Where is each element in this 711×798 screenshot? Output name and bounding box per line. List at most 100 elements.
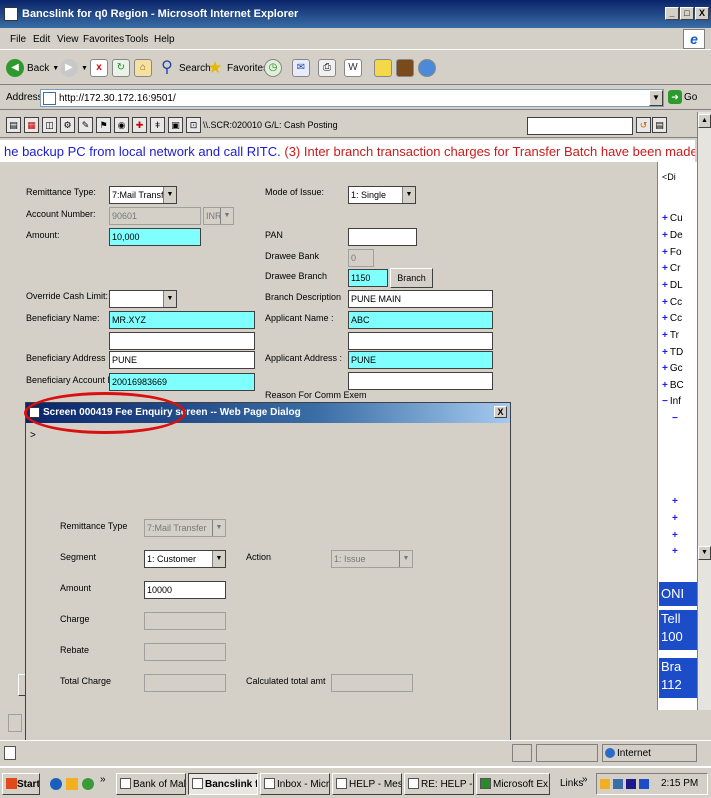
tray-icon[interactable] [626, 779, 636, 789]
discuss-icon[interactable] [374, 59, 392, 77]
menu-tools[interactable]: Tools [125, 34, 148, 45]
panel-item-de[interactable]: + De [662, 230, 683, 241]
tray-icon[interactable] [639, 779, 649, 789]
research-icon[interactable] [396, 59, 414, 77]
amount-field[interactable]: 10,000 [109, 228, 201, 246]
window-title-bar[interactable]: Bancslink for q0 Region - Microsoft Inte… [0, 0, 711, 28]
panel-item-fo[interactable]: + Fo [662, 247, 682, 258]
app-tool-icon[interactable]: ✎ [78, 117, 93, 133]
app-tool-icon[interactable]: ◉ [114, 117, 129, 133]
back-button[interactable]: ◀ Back ▼ [6, 57, 59, 79]
panel-subitem[interactable]: + [672, 546, 680, 557]
app-tool-icon[interactable]: ⚙ [60, 117, 75, 133]
menu-favorites[interactable]: Favorites [83, 34, 124, 45]
task-help-message[interactable]: HELP - Mess... [332, 773, 402, 795]
panel-subitem[interactable]: + [672, 513, 680, 524]
messenger-icon[interactable] [418, 59, 436, 77]
home-icon[interactable]: ⌂ [134, 59, 152, 77]
override-cash-limit-select[interactable]: ▼ [109, 290, 177, 308]
drawee-branch-field[interactable]: 1150 [348, 269, 388, 287]
beneficiary-account-field[interactable]: 20016983669 [109, 373, 255, 391]
panel-item-dl[interactable]: + DL [662, 280, 683, 291]
dialog-amount-field[interactable]: 10000 [144, 581, 226, 599]
task-re-help[interactable]: RE: HELP - ... [404, 773, 474, 795]
beneficiary-address-field[interactable]: PUNE [109, 351, 255, 369]
clock[interactable]: 2:15 PM [661, 778, 698, 789]
app-tool-icon[interactable]: ▤ [6, 117, 21, 133]
more-chevron-icon[interactable]: » [100, 774, 106, 785]
panel-item-cc1[interactable]: + Cc [662, 297, 682, 308]
refresh-icon[interactable]: ↻ [112, 59, 130, 77]
task-inbox[interactable]: Inbox - Micr... [260, 773, 330, 795]
minimize-button[interactable]: _ [665, 7, 679, 20]
app-tool-icon[interactable]: ǂ [150, 117, 165, 133]
panel-item-gc[interactable]: + Gc [662, 363, 683, 374]
panel-item-cr[interactable]: + Cr [662, 263, 680, 274]
tray-icon[interactable] [600, 779, 610, 789]
refresh-icon[interactable]: ↺ [636, 117, 651, 133]
close-button[interactable]: X [695, 7, 709, 20]
panel-item-cc2[interactable]: + Cc [662, 313, 682, 324]
notes-icon[interactable]: ▤ [652, 117, 667, 133]
app-tool-icon[interactable]: ⚑ [96, 117, 111, 133]
go-button[interactable]: ➜ Go [668, 90, 697, 104]
panel-subitem[interactable]: + [672, 530, 680, 541]
menu-edit[interactable]: Edit [33, 34, 50, 45]
scroll-up-icon[interactable]: ▲ [698, 114, 711, 128]
currency-select[interactable]: INR ▼ [203, 207, 234, 225]
dialog-action-select[interactable]: 1: Issue ▼ [331, 550, 413, 568]
dialog-close-button[interactable]: X [494, 406, 507, 418]
app-tool-icon[interactable]: ✚ [132, 117, 147, 133]
more-chevron-icon[interactable]: » [582, 774, 588, 785]
dialog-segment-select[interactable]: 1: Customer ▼ [144, 550, 226, 568]
scroll-down-icon[interactable]: ▼ [698, 546, 711, 560]
panel-subitem[interactable]: + [672, 496, 680, 507]
vertical-scrollbar[interactable]: ▲ ▼ [697, 112, 711, 710]
forward-button[interactable]: ▶ ▼ [60, 57, 88, 79]
dialog-remittance-type-select[interactable]: 7:Mail Transfer ▼ [144, 519, 226, 537]
app-tool-icon[interactable]: ◫ [42, 117, 57, 133]
task-bank-of-mah[interactable]: Bank of Mah... [116, 773, 186, 795]
ie-quicklaunch-icon[interactable] [50, 778, 62, 790]
remittance-type-select[interactable]: 7:Mail Transfer ▼ [109, 186, 177, 204]
app-tool-icon[interactable]: ▣ [168, 117, 183, 133]
outlook-quicklaunch-icon[interactable] [66, 778, 78, 790]
start-button[interactable]: Start [2, 773, 40, 795]
app-tool-icon[interactable]: ▦ [24, 117, 39, 133]
applicant-address-field[interactable]: PUNE [348, 351, 493, 369]
applicant-name-field[interactable]: ABC [348, 311, 493, 329]
applicant-address-line2-field[interactable] [348, 372, 493, 390]
task-microsoft-excel[interactable]: Microsoft Ex... [476, 773, 550, 795]
account-number-field[interactable]: 90601 [109, 207, 201, 225]
search-button[interactable]: ⚲ Search [158, 57, 211, 79]
tray-icon[interactable] [613, 779, 623, 789]
app-tool-icon[interactable]: ⊡ [186, 117, 201, 133]
maximize-button[interactable]: □ [680, 7, 694, 20]
branch-description-field[interactable]: PUNE MAIN [348, 290, 493, 308]
panel-item-bc[interactable]: + BC [662, 380, 684, 391]
pan-field[interactable] [348, 228, 417, 246]
beneficiary-name-field[interactable]: MR.XYZ [109, 311, 255, 329]
mail-icon[interactable]: ✉ [292, 59, 310, 77]
favorites-button[interactable]: ★ Favorites [206, 57, 268, 79]
beneficiary-name-line2-field[interactable] [109, 332, 255, 350]
links-toolbar[interactable]: Links [560, 778, 583, 789]
panel-item-tr[interactable]: + Tr [662, 330, 679, 341]
messenger-quicklaunch-icon[interactable] [82, 778, 94, 790]
menu-help[interactable]: Help [154, 34, 175, 45]
task-bancslink[interactable]: Bancslink f... [188, 773, 258, 795]
app-command-input[interactable] [527, 117, 633, 135]
address-dropdown-icon[interactable]: ▼ [649, 90, 663, 106]
applicant-name-line2-field[interactable] [348, 332, 493, 350]
panel-subitem[interactable]: − [672, 413, 680, 424]
panel-item-td[interactable]: + TD [662, 347, 683, 358]
print-icon[interactable]: ⎙ [318, 59, 336, 77]
history-icon[interactable]: ◷ [264, 59, 282, 77]
drawee-bank-field[interactable]: 0 [348, 249, 374, 267]
address-input[interactable]: http://172.30.172.16:9501/ ▼ [40, 89, 664, 107]
edit-icon[interactable]: W [344, 59, 362, 77]
mode-of-issue-select[interactable]: 1: Single ▼ [348, 186, 416, 204]
panel-item-cu[interactable]: + Cu [662, 213, 683, 224]
branch-button[interactable]: Branch [390, 268, 433, 288]
panel-item-inf[interactable]: − Inf [662, 396, 681, 407]
